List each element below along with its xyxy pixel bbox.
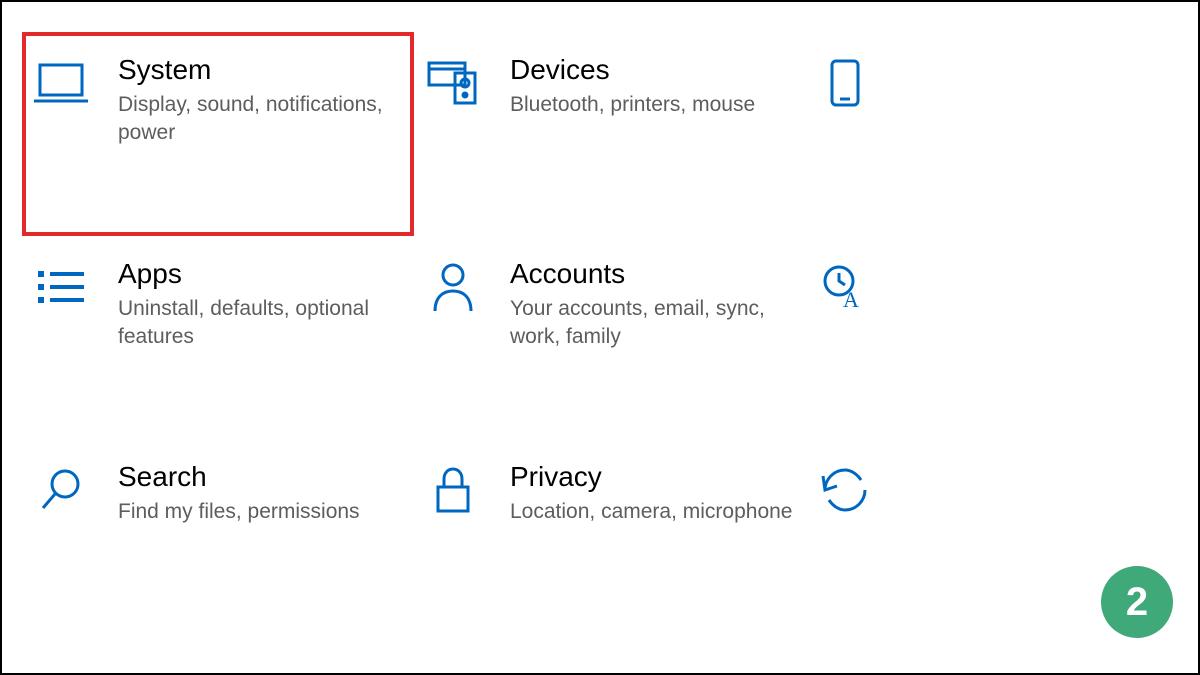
category-privacy[interactable]: Privacy Location, camera, microphone xyxy=(414,439,806,643)
category-desc: Uninstall, defaults, optional features xyxy=(118,295,404,352)
category-title: Search xyxy=(118,459,404,494)
category-text xyxy=(902,459,1188,463)
step-number-badge: 2 xyxy=(1101,566,1173,638)
category-devices[interactable]: Devices Bluetooth, printers, mouse xyxy=(414,32,806,236)
category-title: Privacy xyxy=(510,459,796,494)
category-apps[interactable]: Apps Uninstall, defaults, optional featu… xyxy=(22,236,414,440)
category-text: System Display, sound, notifications, po… xyxy=(118,52,404,148)
category-phone-partial[interactable] xyxy=(806,32,1198,236)
category-system[interactable]: System Display, sound, notifications, po… xyxy=(22,32,414,236)
category-text: Apps Uninstall, defaults, optional featu… xyxy=(118,256,404,352)
category-desc: Location, camera, microphone xyxy=(510,498,796,526)
step-number: 2 xyxy=(1126,580,1148,625)
category-title: Apps xyxy=(118,256,404,291)
lock-icon xyxy=(424,461,482,519)
category-desc: Find my files, permissions xyxy=(118,498,404,526)
category-text: Search Find my files, permissions xyxy=(118,459,404,526)
category-text: Accounts Your accounts, email, sync, wor… xyxy=(510,256,796,352)
svg-text:A: A xyxy=(843,287,859,311)
category-title: Accounts xyxy=(510,256,796,291)
phone-icon xyxy=(816,54,874,112)
category-text xyxy=(902,256,1188,260)
category-text: Devices Bluetooth, printers, mouse xyxy=(510,52,796,119)
laptop-icon xyxy=(32,54,90,112)
category-accounts[interactable]: Accounts Your accounts, email, sync, wor… xyxy=(414,236,806,440)
category-desc: Your accounts, email, sync, work, family xyxy=(510,295,796,352)
category-text xyxy=(902,52,1188,56)
category-text: Privacy Location, camera, microphone xyxy=(510,459,796,526)
category-desc: Bluetooth, printers, mouse xyxy=(510,91,796,119)
category-title: Devices xyxy=(510,52,796,87)
category-time-language-partial[interactable]: A xyxy=(806,236,1198,440)
settings-categories-grid: System Display, sound, notifications, po… xyxy=(2,2,1198,673)
category-search[interactable]: Search Find my files, permissions xyxy=(22,439,414,643)
person-icon xyxy=(424,258,482,316)
apps-list-icon xyxy=(32,258,90,316)
time-language-icon: A xyxy=(816,258,874,316)
category-title: System xyxy=(118,52,404,87)
search-icon xyxy=(32,461,90,519)
update-sync-icon xyxy=(816,461,874,519)
category-desc: Display, sound, notifications, power xyxy=(118,91,404,148)
devices-icon xyxy=(424,54,482,112)
